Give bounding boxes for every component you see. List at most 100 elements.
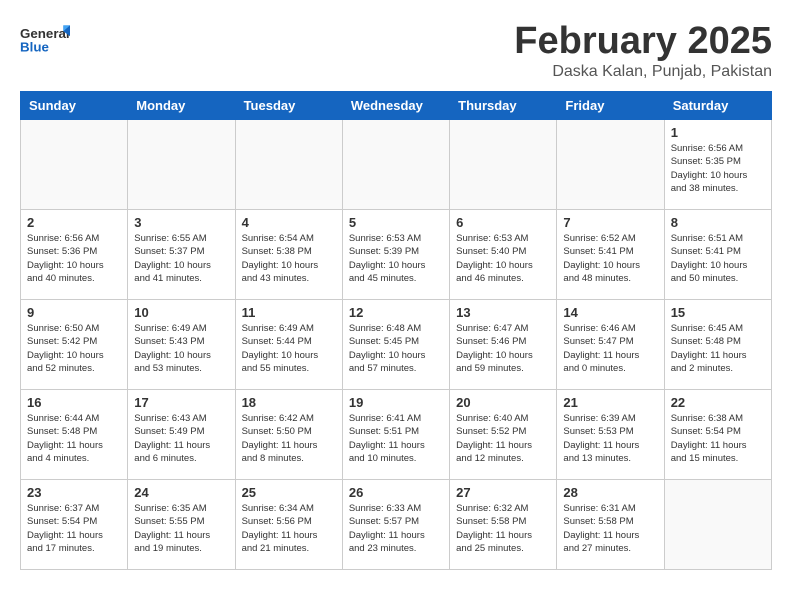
month-title: February 2025 — [514, 20, 772, 63]
day-info: Sunrise: 6:48 AM Sunset: 5:45 PM Dayligh… — [349, 322, 443, 375]
calendar-week-row: 23 Sunrise: 6:37 AM Sunset: 5:54 PM Dayli… — [21, 480, 772, 570]
day-info: Sunrise: 6:45 AM Sunset: 5:48 PM Dayligh… — [671, 322, 765, 375]
day-info: Sunrise: 6:54 AM Sunset: 5:38 PM Dayligh… — [242, 232, 336, 285]
day-info: Sunrise: 6:37 AM Sunset: 5:54 PM Dayligh… — [27, 502, 121, 555]
day-number: 22 — [671, 395, 765, 410]
column-header-monday: Monday — [128, 92, 235, 120]
day-number: 7 — [563, 215, 657, 230]
column-header-thursday: Thursday — [450, 92, 557, 120]
calendar-cell: 6 Sunrise: 6:53 AM Sunset: 5:40 PM Daylig… — [450, 210, 557, 300]
day-number: 6 — [456, 215, 550, 230]
title-block: February 2025 Daska Kalan, Punjab, Pakis… — [514, 20, 772, 81]
day-number: 11 — [242, 305, 336, 320]
day-info: Sunrise: 6:49 AM Sunset: 5:44 PM Dayligh… — [242, 322, 336, 375]
calendar-table: SundayMondayTuesdayWednesdayThursdayFrid… — [20, 91, 772, 570]
day-number: 18 — [242, 395, 336, 410]
day-info: Sunrise: 6:31 AM Sunset: 5:58 PM Dayligh… — [563, 502, 657, 555]
day-info: Sunrise: 6:56 AM Sunset: 5:35 PM Dayligh… — [671, 142, 765, 195]
location-title: Daska Kalan, Punjab, Pakistan — [514, 63, 772, 81]
calendar-cell: 18 Sunrise: 6:42 AM Sunset: 5:50 PM Dayli… — [235, 390, 342, 480]
calendar-cell: 27 Sunrise: 6:32 AM Sunset: 5:58 PM Dayli… — [450, 480, 557, 570]
day-info: Sunrise: 6:43 AM Sunset: 5:49 PM Dayligh… — [134, 412, 228, 465]
day-number: 1 — [671, 125, 765, 140]
day-number: 9 — [27, 305, 121, 320]
day-info: Sunrise: 6:44 AM Sunset: 5:48 PM Dayligh… — [27, 412, 121, 465]
calendar-week-row: 2 Sunrise: 6:56 AM Sunset: 5:36 PM Daylig… — [21, 210, 772, 300]
calendar-cell: 10 Sunrise: 6:49 AM Sunset: 5:43 PM Dayli… — [128, 300, 235, 390]
calendar-cell: 28 Sunrise: 6:31 AM Sunset: 5:58 PM Dayli… — [557, 480, 664, 570]
column-header-saturday: Saturday — [664, 92, 771, 120]
calendar-cell: 11 Sunrise: 6:49 AM Sunset: 5:44 PM Dayli… — [235, 300, 342, 390]
day-info: Sunrise: 6:40 AM Sunset: 5:52 PM Dayligh… — [456, 412, 550, 465]
day-number: 28 — [563, 485, 657, 500]
calendar-cell: 16 Sunrise: 6:44 AM Sunset: 5:48 PM Dayli… — [21, 390, 128, 480]
day-info: Sunrise: 6:51 AM Sunset: 5:41 PM Dayligh… — [671, 232, 765, 285]
day-info: Sunrise: 6:33 AM Sunset: 5:57 PM Dayligh… — [349, 502, 443, 555]
calendar-cell — [450, 120, 557, 210]
calendar-cell — [557, 120, 664, 210]
day-info: Sunrise: 6:38 AM Sunset: 5:54 PM Dayligh… — [671, 412, 765, 465]
calendar-cell: 15 Sunrise: 6:45 AM Sunset: 5:48 PM Dayli… — [664, 300, 771, 390]
day-info: Sunrise: 6:52 AM Sunset: 5:41 PM Dayligh… — [563, 232, 657, 285]
day-info: Sunrise: 6:50 AM Sunset: 5:42 PM Dayligh… — [27, 322, 121, 375]
calendar-cell: 24Sunrise: 6:35 AM Sunset: 5:55 PM Dayli… — [128, 480, 235, 570]
day-info: Sunrise: 6:53 AM Sunset: 5:40 PM Dayligh… — [456, 232, 550, 285]
day-info: Sunrise: 6:39 AM Sunset: 5:53 PM Dayligh… — [563, 412, 657, 465]
day-info: Sunrise: 6:41 AM Sunset: 5:51 PM Dayligh… — [349, 412, 443, 465]
calendar-cell: 26 Sunrise: 6:33 AM Sunset: 5:57 PM Dayli… — [342, 480, 449, 570]
day-number: 14 — [563, 305, 657, 320]
column-header-wednesday: Wednesday — [342, 92, 449, 120]
calendar-cell: 2 Sunrise: 6:56 AM Sunset: 5:36 PM Daylig… — [21, 210, 128, 300]
day-number: 21 — [563, 395, 657, 410]
day-number: 27 — [456, 485, 550, 500]
day-number: 4 — [242, 215, 336, 230]
day-number: 17 — [134, 395, 228, 410]
svg-text:Blue: Blue — [20, 39, 49, 54]
calendar-week-row: 9 Sunrise: 6:50 AM Sunset: 5:42 PM Daylig… — [21, 300, 772, 390]
day-number: 25 — [242, 485, 336, 500]
day-number: 20 — [456, 395, 550, 410]
day-info: Sunrise: 6:55 AM Sunset: 5:37 PM Dayligh… — [134, 232, 228, 285]
calendar-cell: 1 Sunrise: 6:56 AM Sunset: 5:35 PM Daylig… — [664, 120, 771, 210]
day-info: Sunrise: 6:35 AM Sunset: 5:55 PM Dayligh… — [134, 502, 228, 555]
calendar-cell: 17 Sunrise: 6:43 AM Sunset: 5:49 PM Dayli… — [128, 390, 235, 480]
calendar-cell — [235, 120, 342, 210]
day-number: 10 — [134, 305, 228, 320]
calendar-cell: 14 Sunrise: 6:46 AM Sunset: 5:47 PM Dayli… — [557, 300, 664, 390]
day-number: 15 — [671, 305, 765, 320]
day-number: 16 — [27, 395, 121, 410]
calendar-cell: 21 Sunrise: 6:39 AM Sunset: 5:53 PM Dayli… — [557, 390, 664, 480]
calendar-cell: 12 Sunrise: 6:48 AM Sunset: 5:45 PM Dayli… — [342, 300, 449, 390]
calendar-cell: 13Sunrise: 6:47 AM Sunset: 5:46 PM Dayli… — [450, 300, 557, 390]
day-number: 13 — [456, 305, 550, 320]
calendar-cell: 19 Sunrise: 6:41 AM Sunset: 5:51 PM Dayli… — [342, 390, 449, 480]
calendar-cell — [664, 480, 771, 570]
day-info: Sunrise: 6:49 AM Sunset: 5:43 PM Dayligh… — [134, 322, 228, 375]
day-info: Sunrise: 6:32 AM Sunset: 5:58 PM Dayligh… — [456, 502, 550, 555]
calendar-cell — [21, 120, 128, 210]
day-number: 19 — [349, 395, 443, 410]
day-info: Sunrise: 6:42 AM Sunset: 5:50 PM Dayligh… — [242, 412, 336, 465]
day-info: Sunrise: 6:46 AM Sunset: 5:47 PM Dayligh… — [563, 322, 657, 375]
calendar-cell: 3Sunrise: 6:55 AM Sunset: 5:37 PM Daylig… — [128, 210, 235, 300]
day-number: 26 — [349, 485, 443, 500]
page-header: General Blue February 2025 Daska Kalan, … — [20, 20, 772, 81]
day-number: 12 — [349, 305, 443, 320]
day-number: 8 — [671, 215, 765, 230]
calendar-week-row: 16 Sunrise: 6:44 AM Sunset: 5:48 PM Dayli… — [21, 390, 772, 480]
calendar-cell: 8 Sunrise: 6:51 AM Sunset: 5:41 PM Daylig… — [664, 210, 771, 300]
day-number: 23 — [27, 485, 121, 500]
logo-icon: General Blue — [20, 20, 70, 60]
calendar-cell: 25 Sunrise: 6:34 AM Sunset: 5:56 PM Dayli… — [235, 480, 342, 570]
calendar-cell: 22 Sunrise: 6:38 AM Sunset: 5:54 PM Dayli… — [664, 390, 771, 480]
column-header-friday: Friday — [557, 92, 664, 120]
day-info: Sunrise: 6:56 AM Sunset: 5:36 PM Dayligh… — [27, 232, 121, 285]
calendar-cell: 9 Sunrise: 6:50 AM Sunset: 5:42 PM Daylig… — [21, 300, 128, 390]
day-info: Sunrise: 6:34 AM Sunset: 5:56 PM Dayligh… — [242, 502, 336, 555]
calendar-cell — [342, 120, 449, 210]
day-number: 5 — [349, 215, 443, 230]
calendar-week-row: 1 Sunrise: 6:56 AM Sunset: 5:35 PM Daylig… — [21, 120, 772, 210]
calendar-cell — [128, 120, 235, 210]
calendar-cell: 4 Sunrise: 6:54 AM Sunset: 5:38 PM Daylig… — [235, 210, 342, 300]
day-number: 2 — [27, 215, 121, 230]
